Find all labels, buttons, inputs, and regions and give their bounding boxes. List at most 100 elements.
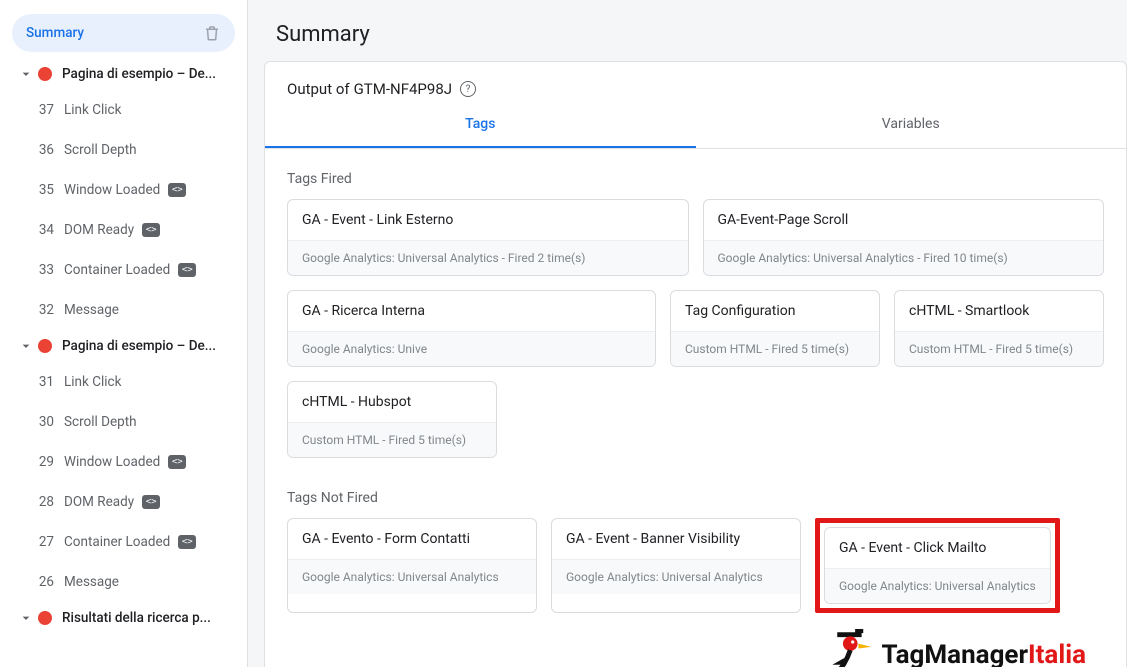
tag-card-subtitle: Custom HTML - Fired 5 time(s) bbox=[895, 331, 1103, 366]
tag-card[interactable]: GA - Event - Click MailtoGoogle Analytic… bbox=[824, 527, 1051, 604]
page-group-title: Pagina di esempio – De... bbox=[62, 66, 216, 82]
event-label: Container Loaded bbox=[64, 262, 170, 278]
event-label: Scroll Depth bbox=[64, 142, 137, 158]
output-card: Output of GTM-NF4P98J ? Tags Variables T… bbox=[264, 61, 1127, 667]
code-badge-icon: <> bbox=[168, 183, 186, 197]
sidebar-page-group[interactable]: Pagina di esempio – De... bbox=[0, 58, 247, 90]
code-badge-icon: <> bbox=[142, 223, 160, 237]
sidebar-page-group[interactable]: Pagina di esempio – De... bbox=[0, 330, 247, 362]
tag-card[interactable]: Tag ConfigurationCustom HTML - Fired 5 t… bbox=[670, 290, 880, 367]
event-number: 31 bbox=[34, 374, 54, 390]
caret-down-icon bbox=[18, 338, 34, 354]
page-group-title: Pagina di esempio – De... bbox=[62, 338, 216, 354]
code-badge-icon: <> bbox=[168, 455, 186, 469]
caret-down-icon bbox=[18, 610, 34, 626]
sidebar-page-group[interactable]: Risultati della ricerca p... bbox=[0, 602, 247, 634]
tabs: Tags Variables bbox=[265, 102, 1126, 149]
tag-card-subtitle: Google Analytics: Universal Analytics - … bbox=[288, 240, 688, 275]
tag-card[interactable]: GA - Evento - Form ContattiGoogle Analyt… bbox=[287, 518, 537, 613]
sidebar-event-row[interactable]: 37Link Click bbox=[0, 90, 247, 130]
logo-wrap: TagManagerItalia bbox=[265, 623, 1126, 667]
event-label: Container Loaded bbox=[64, 534, 170, 550]
logo-tm: TagManager bbox=[881, 640, 1028, 667]
page-group-title: Risultati della ricerca p... bbox=[62, 610, 211, 626]
event-number: 26 bbox=[34, 574, 54, 590]
event-number: 33 bbox=[34, 262, 54, 278]
sidebar-event-row[interactable]: 27 Container Loaded <> bbox=[0, 522, 247, 562]
event-number: 35 bbox=[34, 182, 54, 198]
tag-card-subtitle: Google Analytics: Universal Analytics - … bbox=[704, 240, 1104, 275]
output-title-prefix: Output of bbox=[287, 80, 350, 98]
sidebar-event-row[interactable]: 29 Window Loaded <> bbox=[0, 442, 247, 482]
highlighted-tag: GA - Event - Click MailtoGoogle Analytic… bbox=[815, 518, 1060, 613]
main-panel: Summary Output of GTM-NF4P98J ? Tags Var… bbox=[248, 0, 1127, 667]
sidebar-event-row[interactable]: 35 Window Loaded <> bbox=[0, 170, 247, 210]
summary-button[interactable]: Summary bbox=[12, 14, 235, 52]
tags-fired-label: Tags Fired bbox=[265, 149, 1126, 195]
event-number: 32 bbox=[34, 302, 54, 318]
code-badge-icon: <> bbox=[178, 535, 196, 549]
sidebar-event-row[interactable]: 32 Message bbox=[0, 290, 247, 330]
sidebar-event-row[interactable]: 28 DOM Ready <> bbox=[0, 482, 247, 522]
event-number: 34 bbox=[34, 222, 54, 238]
tag-card[interactable]: GA - Event - Link EsternoGoogle Analytic… bbox=[287, 199, 689, 276]
event-label: Window Loaded bbox=[64, 454, 160, 470]
tab-tags[interactable]: Tags bbox=[265, 102, 696, 148]
caret-down-icon bbox=[18, 66, 34, 82]
clear-icon[interactable] bbox=[203, 24, 221, 42]
tag-card-title: GA - Event - Click Mailto bbox=[825, 528, 1050, 568]
status-dot-icon bbox=[38, 339, 52, 353]
tab-variables[interactable]: Variables bbox=[696, 102, 1127, 148]
event-number: 27 bbox=[34, 534, 54, 550]
code-badge-icon: <> bbox=[142, 495, 160, 509]
tag-card[interactable]: GA - Ricerca InternaGoogle Analytics: Un… bbox=[287, 290, 656, 367]
event-label: Link Click bbox=[64, 374, 121, 390]
tag-card-subtitle: Google Analytics: Universal Analytics bbox=[552, 559, 800, 594]
sidebar-event-row[interactable]: 33 Container Loaded <> bbox=[0, 250, 247, 290]
tag-card[interactable]: GA-Event-Page ScrollGoogle Analytics: Un… bbox=[703, 199, 1105, 276]
page-title: Summary bbox=[248, 0, 1127, 61]
tag-card-title: cHTML - Hubspot bbox=[288, 382, 496, 422]
sidebar-event-row[interactable]: 31 Link Click bbox=[0, 362, 247, 402]
tag-card-subtitle: Google Analytics: Universal Analytics bbox=[288, 559, 536, 594]
tag-card-subtitle: Google Analytics: Unive bbox=[288, 331, 655, 366]
event-label: Message bbox=[64, 574, 119, 590]
tag-card-title: GA - Ricerca Interna bbox=[288, 291, 655, 331]
tag-card-title: cHTML - Smartlook bbox=[895, 291, 1103, 331]
tags-fired-grid: GA - Event - Link EsternoGoogle Analytic… bbox=[265, 195, 1126, 468]
help-icon[interactable]: ? bbox=[460, 81, 476, 97]
tagmanageritalia-logo: TagManagerItalia bbox=[821, 629, 1086, 667]
tag-card-subtitle: Custom HTML - Fired 5 time(s) bbox=[671, 331, 879, 366]
event-label: Message bbox=[64, 302, 119, 318]
sidebar-event-row[interactable]: 36 Scroll Depth bbox=[0, 130, 247, 170]
sidebar-event-row[interactable]: 30 Scroll Depth bbox=[0, 402, 247, 442]
tag-card-title: GA - Evento - Form Contatti bbox=[288, 519, 536, 559]
logo-italia: Italia bbox=[1028, 640, 1086, 667]
sidebar-event-row[interactable]: 34 DOM Ready <> bbox=[0, 210, 247, 250]
container-id: GTM-NF4P98J bbox=[354, 80, 452, 98]
status-dot-icon bbox=[38, 67, 52, 81]
event-number: 37 bbox=[34, 102, 54, 118]
event-number: 36 bbox=[34, 142, 54, 158]
event-label: DOM Ready bbox=[64, 494, 134, 510]
tag-card[interactable]: GA - Event - Banner VisibilityGoogle Ana… bbox=[551, 518, 801, 613]
tag-card-title: Tag Configuration bbox=[671, 291, 879, 331]
tags-not-fired-label: Tags Not Fired bbox=[265, 468, 1126, 514]
woodpecker-icon bbox=[821, 629, 873, 667]
tag-card[interactable]: cHTML - HubspotCustom HTML - Fired 5 tim… bbox=[287, 381, 497, 458]
code-badge-icon: <> bbox=[178, 263, 196, 277]
tag-card[interactable]: cHTML - SmartlookCustom HTML - Fired 5 t… bbox=[894, 290, 1104, 367]
event-label: Window Loaded bbox=[64, 182, 160, 198]
event-number: 28 bbox=[34, 494, 54, 510]
status-dot-icon bbox=[38, 611, 52, 625]
sidebar-event-row[interactable]: 26 Message bbox=[0, 562, 247, 602]
preview-sidebar: Summary Pagina di esempio – De...37Link … bbox=[0, 0, 248, 667]
tag-card-subtitle: Google Analytics: Universal Analytics bbox=[825, 568, 1050, 603]
event-label: DOM Ready bbox=[64, 222, 134, 238]
tag-card-title: GA - Event - Link Esterno bbox=[288, 200, 688, 240]
event-label: Scroll Depth bbox=[64, 414, 137, 430]
event-number: 30 bbox=[34, 414, 54, 430]
tag-card-title: GA-Event-Page Scroll bbox=[704, 200, 1104, 240]
event-number: 29 bbox=[34, 454, 54, 470]
tag-card-title: GA - Event - Banner Visibility bbox=[552, 519, 800, 559]
